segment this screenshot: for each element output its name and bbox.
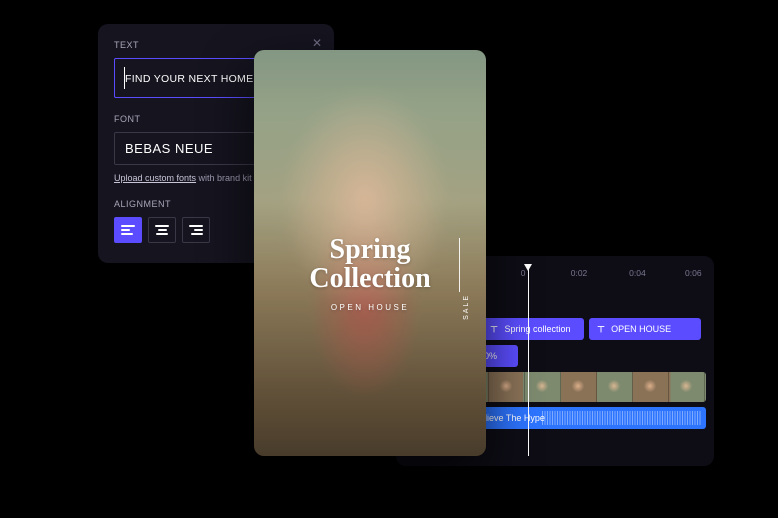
preview-subtitle: OPEN HOUSE xyxy=(254,303,486,312)
text-icon xyxy=(596,324,606,334)
align-center-button[interactable] xyxy=(148,217,176,243)
text-icon xyxy=(489,324,499,334)
text-clip-spring[interactable]: Spring collection xyxy=(482,318,584,340)
playhead[interactable] xyxy=(528,264,529,456)
preview-title-line1: Spring xyxy=(254,236,486,264)
text-track: Spring collection OPEN HOUSE xyxy=(452,318,706,340)
audio-track: Believe The Hype xyxy=(452,407,706,429)
preview-divider xyxy=(459,238,460,292)
audio-clip[interactable]: Believe The Hype xyxy=(452,407,706,429)
time-ruler[interactable]: 0 0:02 0:04 0:06 xyxy=(452,268,706,286)
align-left-button[interactable] xyxy=(114,217,142,243)
video-preview[interactable]: Spring Collection OPEN HOUSE SALE xyxy=(254,50,486,456)
preview-side-label: SALE xyxy=(463,294,470,320)
ruler-tick: 0:04 xyxy=(629,268,646,278)
text-clip-openhouse[interactable]: OPEN HOUSE xyxy=(589,318,701,340)
ruler-tick: 0:02 xyxy=(571,268,588,278)
tracks-container: Spring collection OPEN HOUSE 100% xyxy=(452,318,706,429)
video-track xyxy=(452,372,706,402)
align-right-button[interactable] xyxy=(182,217,210,243)
zoom-track: 100% xyxy=(452,345,706,367)
preview-title-line2: Collection xyxy=(254,264,486,293)
text-section-label: TEXT xyxy=(114,40,318,50)
ruler-tick: 0:06 xyxy=(685,268,702,278)
upload-fonts-link[interactable]: Upload custom fonts xyxy=(114,173,196,183)
preview-title-block: Spring Collection OPEN HOUSE xyxy=(254,236,486,312)
close-icon[interactable]: ✕ xyxy=(312,36,322,50)
font-name: BEBAS NEUE xyxy=(125,141,213,156)
video-clip[interactable] xyxy=(452,372,706,402)
